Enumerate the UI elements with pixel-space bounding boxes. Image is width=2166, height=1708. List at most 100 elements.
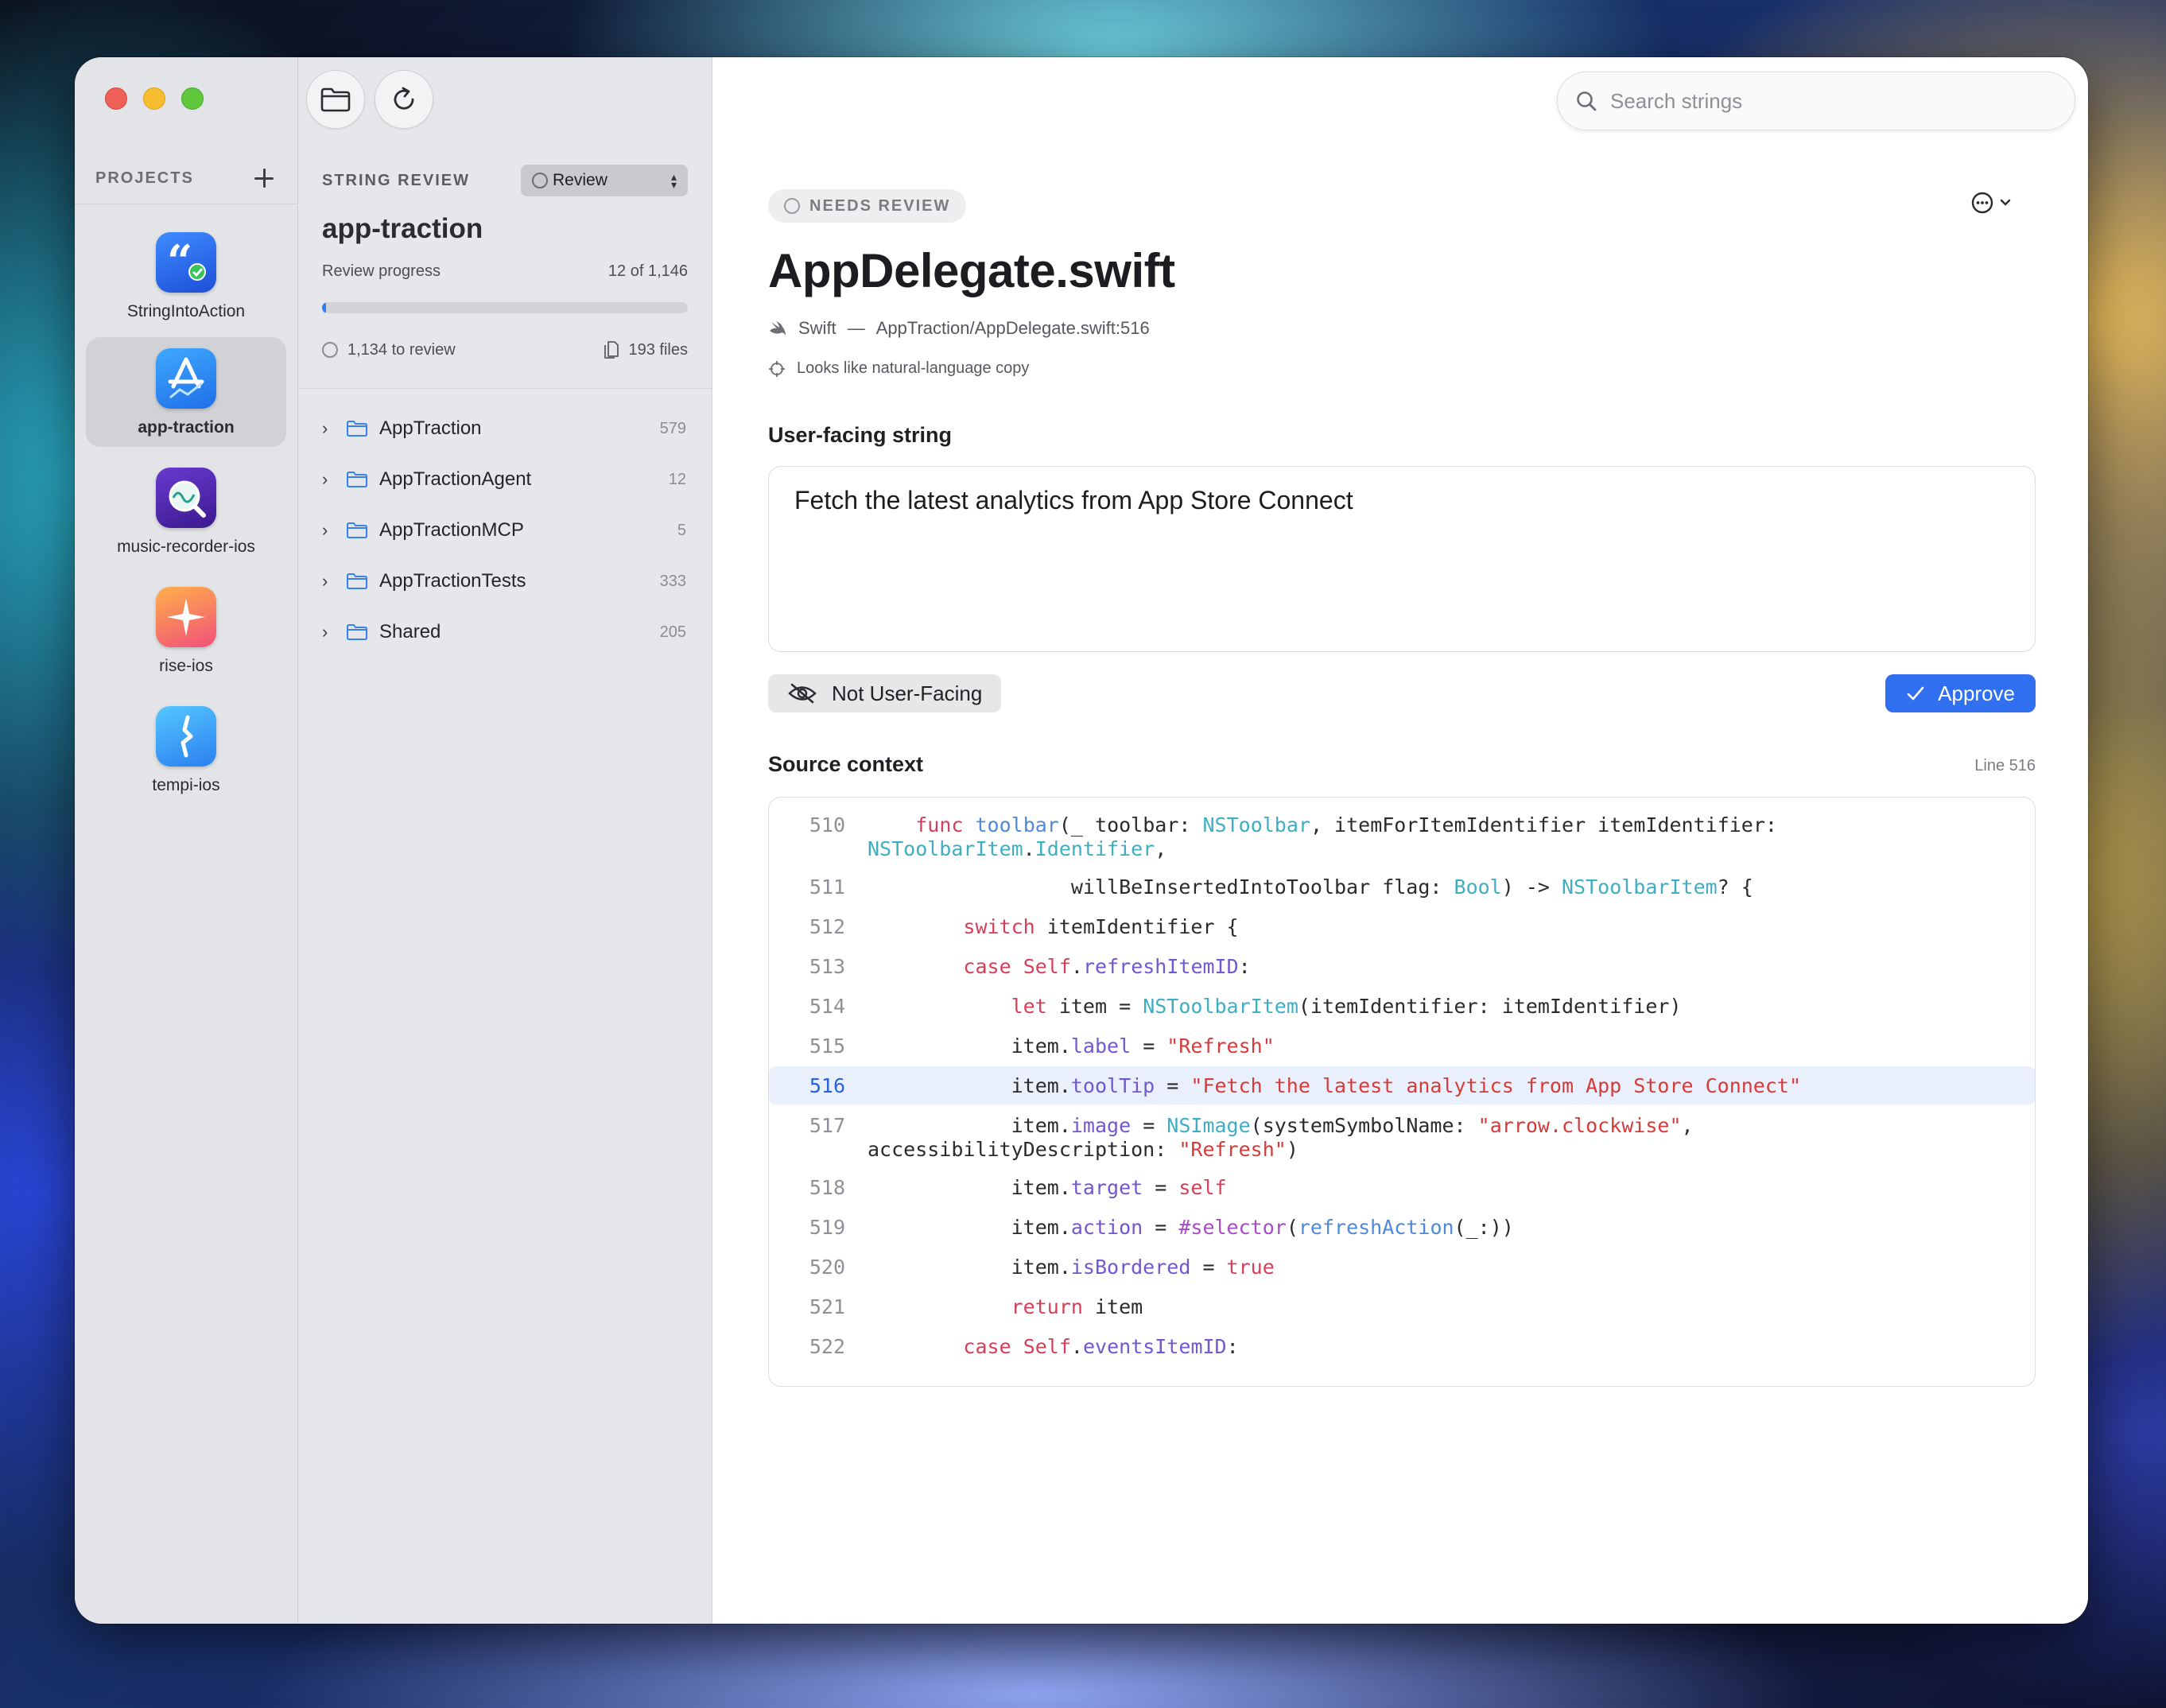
projects-header: PROJECTS xyxy=(95,162,278,194)
window-controls xyxy=(105,87,204,110)
project-item-rise-ios[interactable]: rise-ios xyxy=(86,576,286,685)
chevron-right-icon: › xyxy=(322,520,328,540)
status-text: NEEDS REVIEW xyxy=(809,196,951,215)
folder-name: AppTractionAgent xyxy=(379,468,532,490)
checkmark-icon xyxy=(1907,686,1924,701)
code-line: 519 item.action = #selector(refreshActio… xyxy=(769,1216,2035,1256)
code-line: 517 item.image = NSImage(systemSymbolNam… xyxy=(769,1114,2035,1171)
refresh-button[interactable] xyxy=(375,70,433,129)
chevron-updown-icon: ▴ ▾ xyxy=(670,170,677,191)
zoom-window-button[interactable] xyxy=(181,87,204,110)
folder-icon xyxy=(347,421,367,437)
minimize-window-button[interactable] xyxy=(143,87,165,110)
not-user-facing-label: Not User-Facing xyxy=(832,681,983,705)
search-icon xyxy=(1577,91,1597,111)
folder-row-apptractiontests[interactable]: › AppTractionTests 333 xyxy=(322,561,686,601)
pending-circle-icon xyxy=(322,342,338,358)
folder-count: 205 xyxy=(659,623,686,641)
chevron-right-icon: › xyxy=(322,469,328,489)
close-window-button[interactable] xyxy=(105,87,127,110)
metronome-icon xyxy=(156,706,216,767)
crosshair-icon xyxy=(769,360,785,377)
project-item-tempi-ios[interactable]: tempi-ios xyxy=(86,695,286,805)
code-line: 512 switch itemIdentifier { xyxy=(769,915,2035,955)
code-line: 516 item.toolTip = "Fetch the latest ana… xyxy=(769,1066,2035,1104)
refresh-icon xyxy=(394,87,414,110)
folder-name: AppTraction xyxy=(379,417,482,439)
line-number: 521 xyxy=(809,1295,845,1318)
documents-icon xyxy=(604,341,619,359)
progress-bar xyxy=(322,302,688,313)
string-review-panel: STRING REVIEW Review ▴ ▾ app-traction Rev… xyxy=(298,57,712,1624)
code-line: 510 func toolbar(_ toolbar: NSToolbar, i… xyxy=(769,813,2035,871)
search-field[interactable] xyxy=(1557,72,2075,130)
string-detail-panel: NEEDS REVIEW AppDelegate.swift Swift — A… xyxy=(712,57,2088,1624)
status-circle-icon xyxy=(784,198,800,214)
to-review-count: 1,134 to review xyxy=(347,340,456,359)
user-facing-string-field[interactable]: Fetch the latest analytics from App Stor… xyxy=(768,466,2036,652)
folder-count: 12 xyxy=(668,470,686,488)
status-circle-icon xyxy=(532,173,548,188)
line-number: 515 xyxy=(809,1035,845,1058)
line-number: 522 xyxy=(809,1335,845,1358)
stats-row: 1,134 to review 193 files xyxy=(322,340,688,359)
line-source: item.toolTip = "Fetch the latest analyti… xyxy=(868,1074,1802,1097)
line-number: 512 xyxy=(809,915,845,938)
quote-bubble-icon: “ xyxy=(156,232,216,293)
project-item-stringintoaction[interactable]: “ StringIntoAction xyxy=(86,221,286,331)
progress-label: Review progress xyxy=(322,262,441,280)
folder-name: AppTractionMCP xyxy=(379,519,524,541)
divider xyxy=(298,388,712,389)
section-title: STRING REVIEW xyxy=(322,171,471,189)
approve-button[interactable]: Approve xyxy=(1885,674,2036,712)
search-input[interactable] xyxy=(1609,87,2025,115)
line-number: 519 xyxy=(809,1216,845,1239)
file-path[interactable]: AppTraction/AppDelegate.swift:516 xyxy=(876,318,1150,339)
sparkle-star-icon xyxy=(156,587,216,647)
line-source: item.image = NSImage(systemSymbolName: "… xyxy=(868,1114,1694,1161)
code-line: 511 willBeInsertedIntoToolbar flag: Bool… xyxy=(769,875,2035,915)
review-filter-select[interactable]: Review ▴ ▾ xyxy=(521,165,688,196)
project-item-app-traction[interactable]: app-traction xyxy=(86,337,286,447)
line-reference: Line 516 xyxy=(1974,757,2036,774)
status-badge: NEEDS REVIEW xyxy=(768,189,967,223)
folder-icon xyxy=(347,472,367,487)
folder-count: 5 xyxy=(677,521,686,539)
line-source: item.label = "Refresh" xyxy=(868,1035,1275,1058)
approve-label: Approve xyxy=(1938,681,2015,705)
not-user-facing-button[interactable]: Not User-Facing xyxy=(768,674,1002,712)
chevron-down-icon xyxy=(2000,199,2011,206)
line-number: 514 xyxy=(809,995,845,1018)
progress-row: Review progress 12 of 1,146 xyxy=(322,262,688,281)
ellipsis-circle-icon xyxy=(1971,192,1993,214)
more-actions-menu[interactable] xyxy=(1970,191,2012,215)
folder-icon xyxy=(347,573,367,589)
folder-name: AppTractionTests xyxy=(379,570,526,592)
project-label: StringIntoAction xyxy=(126,302,246,320)
line-source: case Self.eventsItemID: xyxy=(963,1335,1239,1358)
folder-row-apptractionmcp[interactable]: › AppTractionMCP 5 xyxy=(322,510,686,550)
folder-row-apptraction[interactable]: › AppTraction 579 xyxy=(322,409,686,448)
add-project-button[interactable] xyxy=(250,164,278,192)
project-label: music-recorder-ios xyxy=(117,538,255,556)
line-source: item.target = self xyxy=(868,1176,1227,1199)
line-number: 511 xyxy=(809,875,845,899)
meta-separator: — xyxy=(847,318,865,338)
folder-row-shared[interactable]: › Shared 205 xyxy=(322,612,686,652)
line-number: 517 xyxy=(809,1114,845,1137)
projects-sidebar: PROJECTS “ StringIntoAction app-traction… xyxy=(75,57,298,1624)
folder-icon xyxy=(320,87,351,112)
line-source: return item xyxy=(1011,1295,1143,1318)
user-facing-string-heading: User-facing string xyxy=(768,423,953,447)
folder-row-apptractionagent[interactable]: › AppTractionAgent 12 xyxy=(322,460,686,499)
line-source: item.isBordered = true xyxy=(868,1256,1275,1279)
open-folder-button[interactable] xyxy=(306,70,365,129)
files-count: 193 files xyxy=(628,340,689,359)
project-item-music-recorder-ios[interactable]: music-recorder-ios xyxy=(86,456,286,566)
chevron-right-icon: › xyxy=(322,571,328,591)
line-source: func toolbar(_ toolbar: NSToolbar, itemF… xyxy=(868,813,1777,860)
svg-text:“: “ xyxy=(167,239,192,286)
classification-row: Looks like natural-language copy xyxy=(768,359,1029,378)
folder-icon xyxy=(347,522,367,538)
language-label: Swift xyxy=(798,318,837,338)
